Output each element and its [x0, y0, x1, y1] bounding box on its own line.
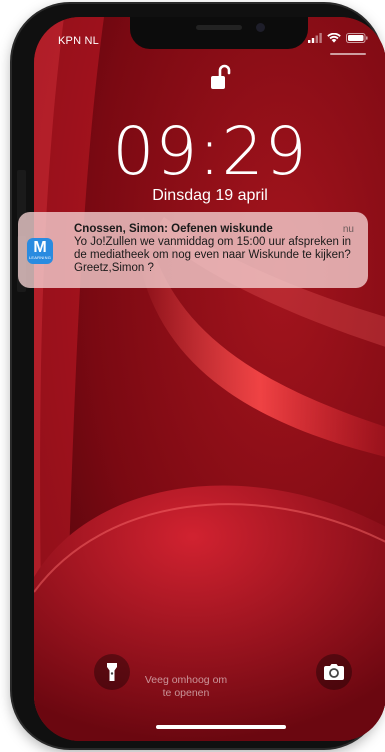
- notch: [130, 17, 308, 49]
- notification-card[interactable]: M LEARNING Cnossen, Simon: Oefenen wisku…: [18, 212, 368, 288]
- signal-icon: [308, 33, 322, 43]
- front-camera: [256, 23, 265, 32]
- swipe-to-open-hint: Veeg omhoog om te openen: [0, 674, 372, 700]
- app-icon-sub: LEARNING: [28, 255, 52, 260]
- notification-body: Yo Jo!Zullen we vanmiddag om 15:00 uur a…: [74, 236, 352, 274]
- home-indicator[interactable]: [156, 725, 286, 729]
- app-icon-letter: M: [33, 239, 47, 256]
- phone-frame: KPN NL 09:29 Dinsdag 19 april: [12, 4, 385, 748]
- swipe-hint-line-1: Veeg omhoog om: [144, 674, 228, 686]
- carrier-label: KPN NL: [58, 35, 99, 47]
- notification-title: Cnossen, Simon: Oefenen wiskunde: [74, 223, 273, 235]
- lock-screen: KPN NL 09:29 Dinsdag 19 april: [34, 17, 385, 741]
- notification-time: nu: [342, 224, 354, 235]
- lock-date: Dinsdag 19 april: [152, 187, 268, 204]
- swipe-hint-line-2: te openen: [162, 687, 210, 699]
- speaker-grille: [196, 25, 242, 30]
- wifi-icon: [327, 33, 341, 43]
- status-icons: [308, 33, 368, 43]
- unlocked-padlock-icon: [211, 64, 231, 89]
- lock-time: 09:29: [112, 113, 308, 190]
- control-center-indicator: [330, 53, 366, 55]
- app-icon: M LEARNING: [27, 238, 53, 264]
- battery-icon: [346, 33, 368, 43]
